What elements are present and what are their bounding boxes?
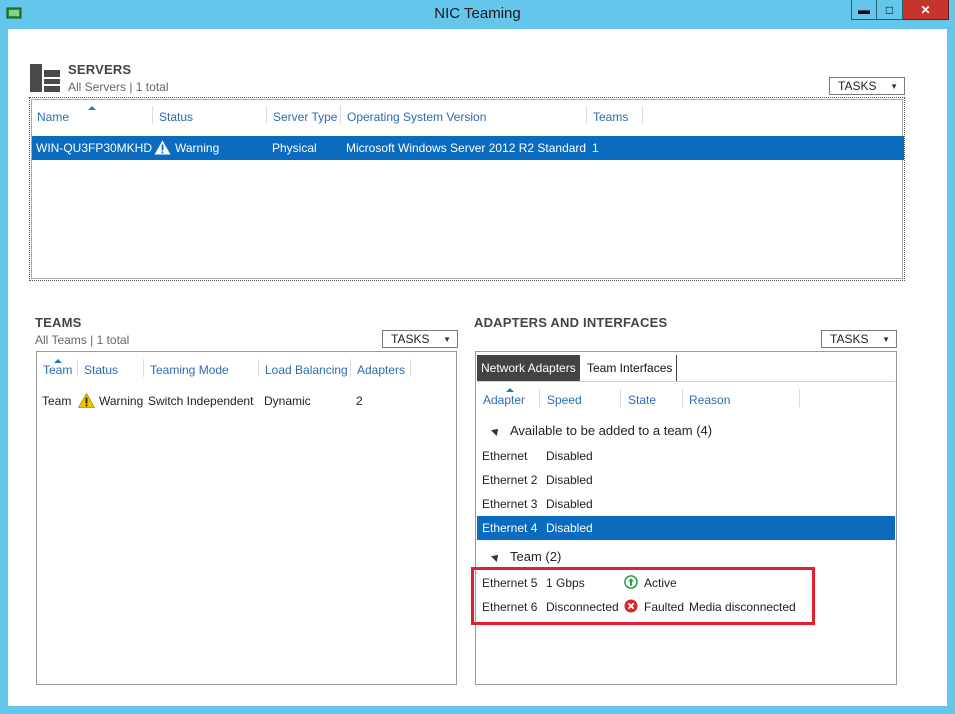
servers-grid[interactable]: Name Status Server Type Operating System… xyxy=(29,97,905,281)
teams-subtitle: All Teams | 1 total xyxy=(35,333,130,347)
minimize-button[interactable]: ▬ xyxy=(851,0,877,20)
window-controls: ▬ □ ✕ xyxy=(851,0,949,20)
server-os-version: Microsoft Windows Server 2012 R2 Standar… xyxy=(346,141,587,155)
teams-tasks-label: TASKS xyxy=(391,332,430,346)
adapter-speed: Disabled xyxy=(546,497,593,511)
teams-table-row[interactable]: Team Warning Switch Independent Dynamic … xyxy=(38,389,456,413)
sort-ascending-icon xyxy=(506,388,514,392)
teams-col-status[interactable]: Status xyxy=(84,363,118,377)
adapters-col-state[interactable]: State xyxy=(628,393,656,407)
servers-col-server-type[interactable]: Server Type xyxy=(273,110,337,124)
adapters-col-reason[interactable]: Reason xyxy=(689,393,730,407)
servers-subtitle: All Servers | 1 total xyxy=(68,80,169,94)
servers-col-teams[interactable]: Teams xyxy=(593,110,628,124)
adapter-name: Ethernet 4 xyxy=(482,521,538,535)
team-teaming-mode: Switch Independent xyxy=(148,394,254,408)
column-divider[interactable] xyxy=(143,359,144,377)
team-adapters: 2 xyxy=(356,394,363,408)
column-divider[interactable] xyxy=(340,106,341,124)
adapter-row[interactable]: Ethernet 4 Disabled xyxy=(477,516,895,540)
servers-col-os-version[interactable]: Operating System Version xyxy=(347,110,486,124)
column-divider[interactable] xyxy=(410,359,411,377)
adapters-col-speed[interactable]: Speed xyxy=(547,393,582,407)
column-divider[interactable] xyxy=(258,359,259,377)
group-team-header[interactable]: Team (2) xyxy=(491,549,562,564)
highlight-annotation-box xyxy=(471,567,815,625)
collapse-triangle-icon[interactable] xyxy=(491,425,501,436)
client-area: SERVERS All Servers | 1 total TASKS ▼ Na… xyxy=(8,29,947,706)
column-divider[interactable] xyxy=(682,389,683,407)
adapter-row[interactable]: Ethernet 2 Disabled xyxy=(477,468,895,492)
adapter-name: Ethernet xyxy=(482,449,528,463)
group-available-label: Available to be added to a team (4) xyxy=(510,423,713,438)
column-divider[interactable] xyxy=(77,359,78,377)
column-divider[interactable] xyxy=(539,389,540,407)
servers-icon xyxy=(30,64,60,92)
servers-col-name[interactable]: Name xyxy=(37,110,69,124)
adapters-tasks-button[interactable]: TASKS ▼ xyxy=(821,330,897,348)
column-divider[interactable] xyxy=(799,389,800,407)
adapters-col-adapter[interactable]: Adapter xyxy=(483,393,525,407)
server-name: WIN-QU3FP30MKHD xyxy=(36,141,153,155)
close-button[interactable]: ✕ xyxy=(903,0,949,20)
teams-title: TEAMS xyxy=(35,315,82,330)
adapter-speed: Disabled xyxy=(546,449,593,463)
server-teams: 1 xyxy=(592,141,599,155)
teams-col-teaming-mode[interactable]: Teaming Mode xyxy=(150,363,229,377)
group-available-header[interactable]: Available to be added to a team (4) xyxy=(491,423,713,438)
team-status: Warning xyxy=(99,394,144,408)
teams-col-team[interactable]: Team xyxy=(43,363,72,377)
sort-ascending-icon xyxy=(88,106,96,110)
team-name: Team xyxy=(42,394,72,408)
servers-title: SERVERS xyxy=(68,62,132,77)
tab-divider xyxy=(477,381,895,382)
adapter-name: Ethernet 2 xyxy=(482,473,538,487)
title-bar[interactable]: NIC Teaming ▬ □ ✕ xyxy=(0,0,955,28)
nic-teaming-window: NIC Teaming ▬ □ ✕ SERVERS All Servers | … xyxy=(0,0,955,714)
chevron-down-icon: ▼ xyxy=(443,334,451,344)
server-type: Physical xyxy=(272,141,317,155)
tab-network-adapters[interactable]: Network Adapters xyxy=(477,355,580,381)
warning-icon xyxy=(154,140,171,155)
servers-table-row[interactable]: WIN-QU3FP30MKHD Warning Physical Microso… xyxy=(32,136,904,160)
chevron-down-icon: ▼ xyxy=(890,81,898,91)
adapters-panel: Network Adapters Team Interfaces Adapter… xyxy=(475,351,897,685)
collapse-triangle-icon[interactable] xyxy=(491,551,501,562)
servers-tasks-button[interactable]: TASKS ▼ xyxy=(829,77,905,95)
adapter-row[interactable]: Ethernet Disabled xyxy=(477,444,895,468)
maximize-button[interactable]: □ xyxy=(877,0,903,20)
column-divider[interactable] xyxy=(266,106,267,124)
column-divider[interactable] xyxy=(586,106,587,124)
team-load-balancing: Dynamic xyxy=(264,394,311,408)
servers-col-status[interactable]: Status xyxy=(159,110,193,124)
adapters-tasks-label: TASKS xyxy=(830,332,869,346)
chevron-down-icon: ▼ xyxy=(882,334,890,344)
column-divider[interactable] xyxy=(152,106,153,124)
window-title: NIC Teaming xyxy=(434,5,521,22)
adapter-name: Ethernet 3 xyxy=(482,497,538,511)
server-status: Warning xyxy=(175,141,220,155)
teams-tasks-button[interactable]: TASKS ▼ xyxy=(382,330,458,348)
tab-team-interfaces[interactable]: Team Interfaces xyxy=(583,355,678,381)
teams-col-adapters[interactable]: Adapters xyxy=(357,363,405,377)
servers-tasks-label: TASKS xyxy=(838,79,877,93)
adapters-title: ADAPTERS AND INTERFACES xyxy=(474,315,668,330)
column-divider[interactable] xyxy=(350,359,351,377)
adapter-row[interactable]: Ethernet 3 Disabled xyxy=(477,492,895,516)
adapter-speed: Disabled xyxy=(546,521,593,535)
column-divider[interactable] xyxy=(620,389,621,407)
column-divider[interactable] xyxy=(642,106,643,124)
warning-icon xyxy=(78,393,95,408)
teams-grid[interactable]: Team Status Teaming Mode Load Balancing … xyxy=(36,351,457,685)
group-team-label: Team (2) xyxy=(510,549,562,564)
teams-col-load-balancing[interactable]: Load Balancing xyxy=(265,363,348,377)
adapter-speed: Disabled xyxy=(546,473,593,487)
